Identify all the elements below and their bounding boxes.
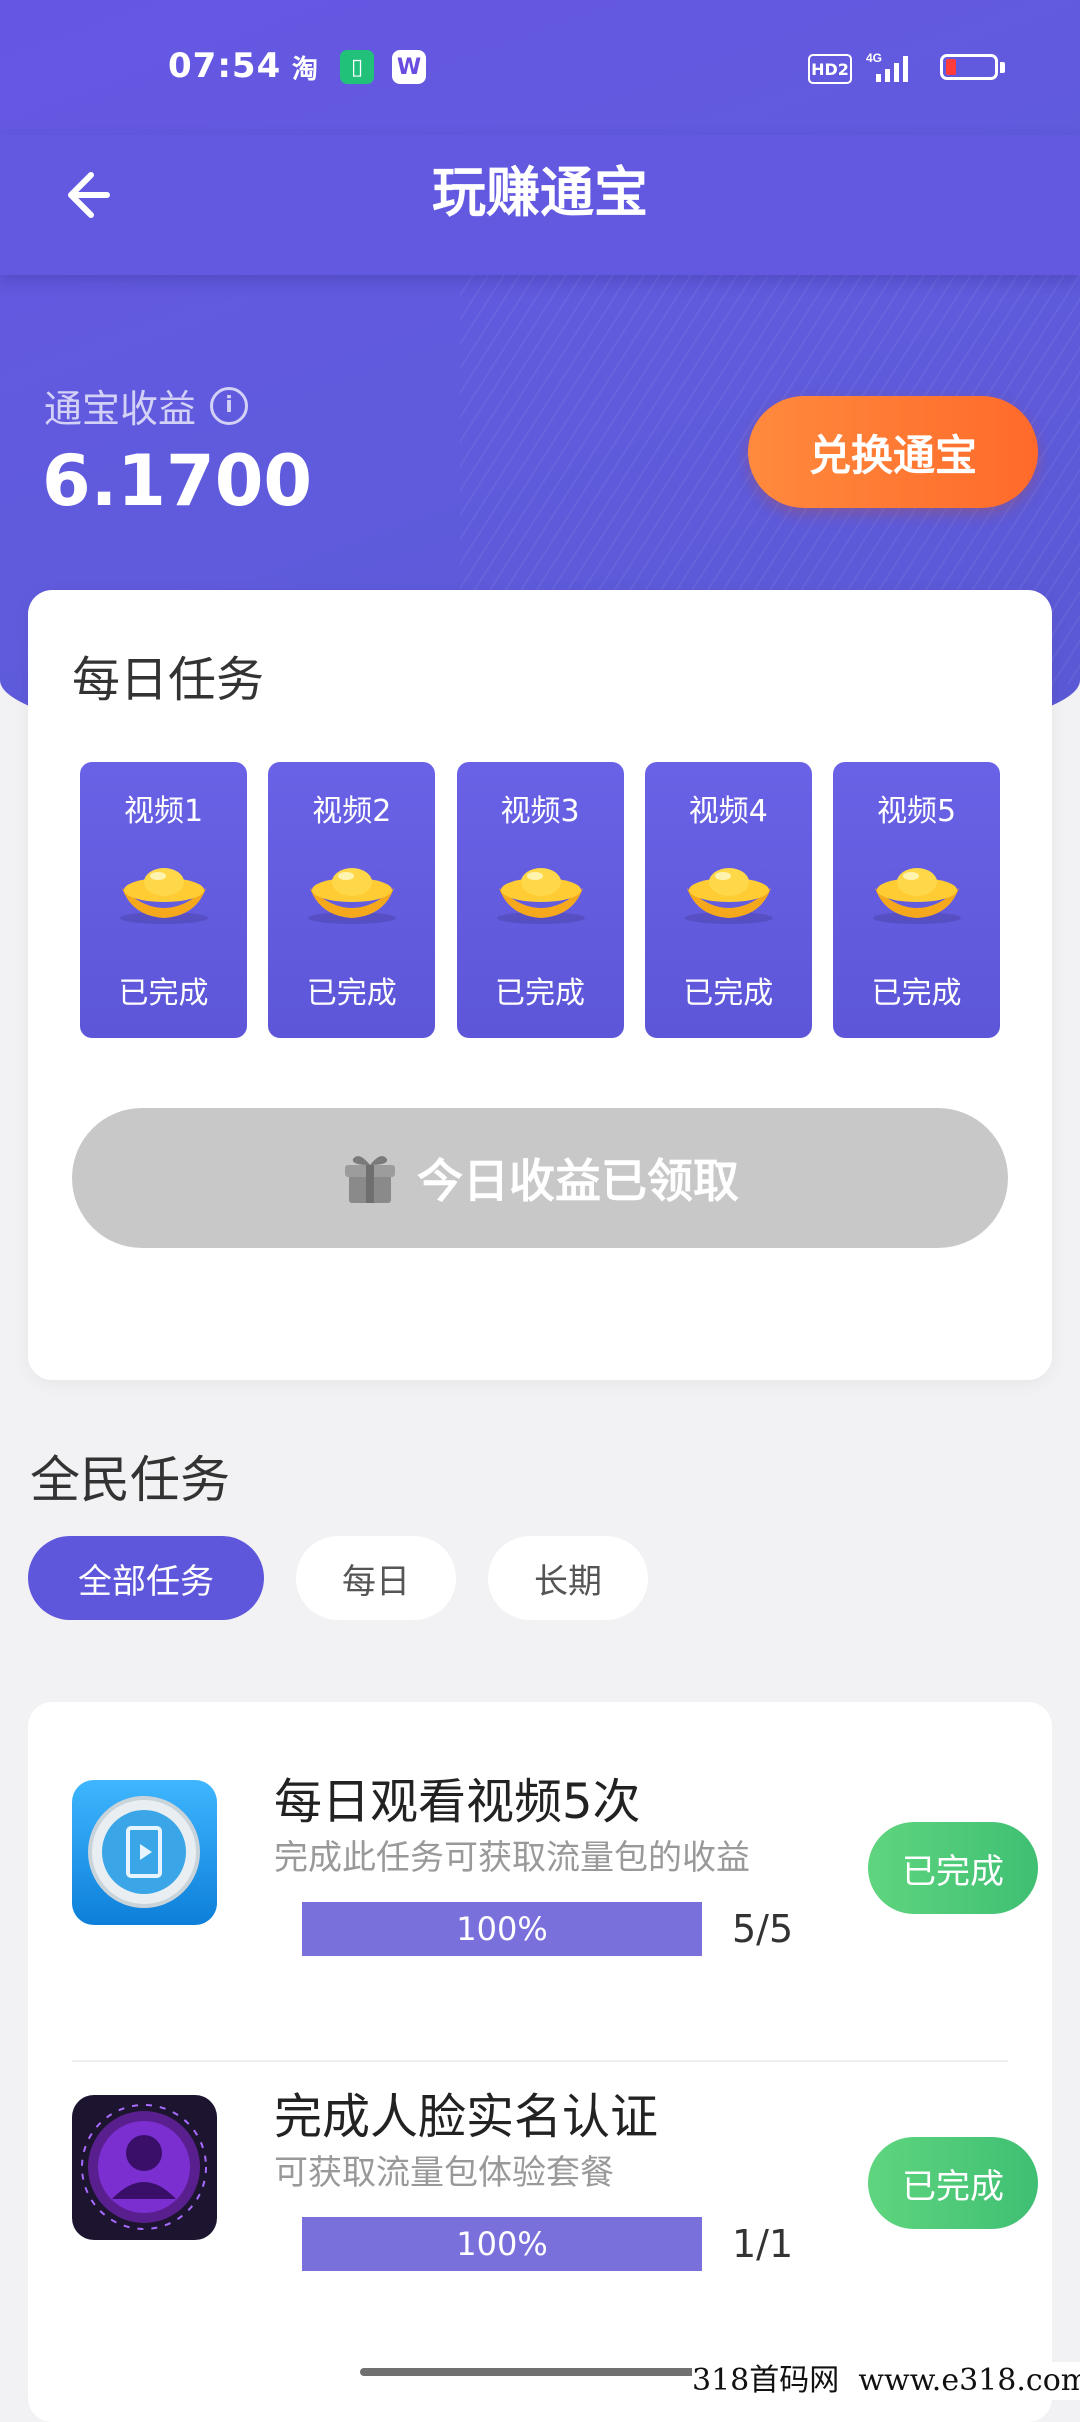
video-task-status: 已完成 xyxy=(683,976,774,1011)
gift-box-icon xyxy=(345,1156,395,1203)
divider xyxy=(72,2060,1008,2062)
task-description: 完成此任务可获取流量包的收益 xyxy=(274,1838,750,1878)
task-progress-bar: 100% xyxy=(302,1902,702,1956)
network-label: 4G xyxy=(866,51,882,65)
earnings-label-row: 通宝收益 i xyxy=(44,378,249,433)
earnings-value: 6.1700 xyxy=(42,440,313,522)
task-progress-fill: 100% xyxy=(302,2217,702,2271)
nav-bar: 玩赚通宝 xyxy=(0,135,1080,275)
task-row: 每日观看视频5次 完成此任务可获取流量包的收益 100% 5/5 已完成 xyxy=(72,1762,1038,2002)
claim-earnings-button[interactable]: 今日收益已领取 xyxy=(72,1108,1008,1248)
video-task-label: 视频5 xyxy=(876,794,957,829)
filter-daily[interactable]: 每日 xyxy=(296,1536,456,1620)
task-row: 完成人脸实名认证 可获取流量包体验套餐 100% 1/1 已完成 xyxy=(72,2077,1038,2317)
battery-saver-icon: ▯ xyxy=(340,50,374,84)
filter-all-tasks[interactable]: 全部任务 xyxy=(28,1536,264,1620)
taobao-icon: 淘 xyxy=(291,54,318,85)
status-time: 07:54 xyxy=(168,46,282,86)
task-filter-tabs: 全部任务 每日 长期 xyxy=(28,1536,680,1620)
daily-tasks-title: 每日任务 xyxy=(72,652,265,708)
gold-ingot-icon xyxy=(120,868,208,924)
task-done-button[interactable]: 已完成 xyxy=(868,2137,1038,2229)
video-task-icon xyxy=(72,1780,217,1925)
video-task-label: 视频2 xyxy=(312,794,392,829)
video-task-3[interactable]: 视频3 已完成 xyxy=(456,762,624,1038)
task-progress-fill: 100% xyxy=(302,1902,702,1956)
status-bar: 07:54 淘 ▯ W HD2 4G xyxy=(0,0,1080,135)
gold-ingot-icon xyxy=(873,868,961,924)
video-task-label: 视频4 xyxy=(688,794,768,829)
task-progress-bar: 100% xyxy=(302,2217,702,2271)
daily-tasks-card: 每日任务 视频1 已完成 视频2 已完成 视频3 已完成 视频4 已完成 视频5… xyxy=(28,590,1052,1380)
video-task-status: 已完成 xyxy=(306,976,397,1011)
claimed-label: 今日收益已领取 xyxy=(417,1154,739,1208)
video-task-label: 视频3 xyxy=(500,794,580,829)
gold-ingot-icon xyxy=(308,868,397,924)
exchange-button[interactable]: 兑换通宝 xyxy=(748,396,1038,508)
task-description: 可获取流量包体验套餐 xyxy=(274,2153,614,2193)
video-task-status: 已完成 xyxy=(118,976,209,1011)
home-indicator[interactable] xyxy=(360,2368,720,2376)
task-title: 完成人脸实名认证 xyxy=(274,2089,659,2145)
video-task-4[interactable]: 视频4 已完成 xyxy=(644,762,812,1038)
video-task-1[interactable]: 视频1 已完成 xyxy=(80,762,247,1038)
task-list-card: 每日观看视频5次 完成此任务可获取流量包的收益 100% 5/5 已完成 完成人… xyxy=(28,1702,1052,2422)
all-tasks-title: 全民任务 xyxy=(30,1451,230,1509)
task-progress-count: 1/1 xyxy=(732,2222,794,2266)
watermark: 318首码网 www.e318.com xyxy=(692,2362,1080,2400)
video-task-status: 已完成 xyxy=(495,976,585,1011)
battery-icon xyxy=(940,54,998,80)
filter-long-term[interactable]: 长期 xyxy=(488,1536,648,1620)
page-title: 玩赚通宝 xyxy=(432,161,648,224)
face-verification-icon xyxy=(72,2095,217,2240)
signal-icon: 4G xyxy=(862,50,922,84)
task-title: 每日观看视频5次 xyxy=(274,1774,641,1830)
video-task-2[interactable]: 视频2 已完成 xyxy=(268,762,436,1038)
task-progress-count: 5/5 xyxy=(732,1907,794,1951)
video-task-row: 视频1 已完成 视频2 已完成 视频3 已完成 视频4 已完成 视频5 已完成 xyxy=(80,762,1000,1038)
video-task-5[interactable]: 视频5 已完成 xyxy=(833,762,1000,1038)
video-task-label: 视频1 xyxy=(123,794,204,829)
video-task-status: 已完成 xyxy=(871,976,962,1011)
info-icon[interactable]: i xyxy=(210,386,249,425)
gold-ingot-icon xyxy=(496,868,585,924)
wps-icon: W xyxy=(392,50,426,84)
gold-ingot-icon xyxy=(684,868,773,924)
earnings-label: 通宝收益 xyxy=(44,387,197,431)
task-done-button[interactable]: 已完成 xyxy=(868,1822,1038,1914)
hd-voice-icon: HD2 xyxy=(808,54,852,84)
